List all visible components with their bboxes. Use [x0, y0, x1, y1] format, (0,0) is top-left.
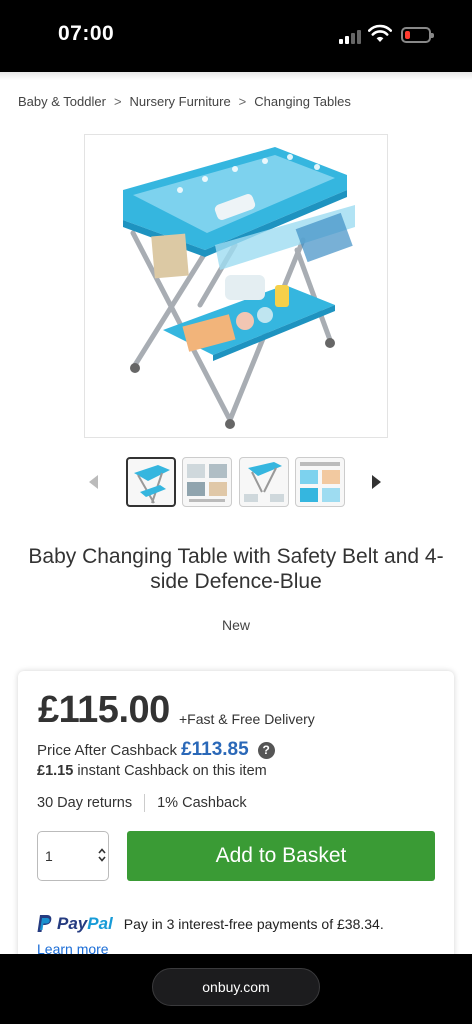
breadcrumb-item-baby-toddler[interactable]: Baby & Toddler	[18, 94, 106, 109]
breadcrumb-separator: >	[113, 94, 122, 109]
paypal-icon	[37, 915, 52, 932]
carousel-prev-icon[interactable]	[89, 475, 98, 489]
breadcrumb: Baby & Toddler > Nursery Furniture > Cha…	[18, 94, 351, 109]
thumbnail-4[interactable]	[295, 457, 345, 507]
divider	[144, 794, 146, 812]
battery-icon	[401, 27, 434, 43]
buy-box: £115.00 +Fast & Free Delivery Price Afte…	[18, 671, 454, 971]
breadcrumb-item-nursery-furniture[interactable]: Nursery Furniture	[130, 94, 231, 109]
product-title: Baby Changing Table with Safety Belt and…	[28, 545, 444, 593]
cashback-price-row: Price After Cashback £113.85 ?	[37, 739, 275, 761]
paypal-logo: Pay Pal	[37, 914, 113, 934]
cashback-label: Price After Cashback	[37, 741, 178, 759]
wifi-icon	[368, 24, 392, 42]
product-price: £115.00	[38, 689, 170, 731]
quantity-value: 1	[45, 848, 53, 864]
paypal-row: Pay Pal Pay in 3 interest-free payments o…	[37, 914, 384, 934]
add-to-basket-button[interactable]: Add to Basket	[127, 831, 435, 881]
changing-table-illustration	[123, 147, 355, 429]
status-bar: 07:00	[0, 0, 472, 72]
paypal-installments-text: Pay in 3 interest-free payments of £38.3…	[123, 916, 384, 932]
thumbnail-carousel	[0, 456, 472, 510]
instant-cashback: £1.15 instant Cashback on this item	[37, 763, 267, 779]
thumbnail-2[interactable]	[182, 457, 232, 507]
returns-row: 30 Day returns 1% Cashback	[37, 794, 247, 812]
delivery-info: +Fast & Free Delivery	[179, 711, 315, 727]
breadcrumb-separator: >	[238, 94, 247, 109]
status-time: 07:00	[58, 22, 115, 45]
carousel-next-icon[interactable]	[372, 475, 381, 489]
quantity-select[interactable]: 1	[37, 831, 109, 881]
browser-bottom-bar: onbuy.com	[0, 954, 472, 1024]
breadcrumb-item-changing-tables[interactable]: Changing Tables	[254, 94, 351, 109]
paypal-pal: Pal	[87, 914, 113, 933]
help-icon[interactable]: ?	[257, 741, 275, 759]
thumbnail-1[interactable]	[126, 457, 176, 507]
returns-info: 30 Day returns	[37, 795, 133, 811]
thumbnail-3[interactable]	[239, 457, 289, 507]
paypal-pay: Pay	[57, 914, 88, 933]
cellular-signal-icon	[339, 28, 363, 44]
instant-cashback-amount: £1.15	[37, 763, 74, 779]
cashback-price: £113.85	[181, 739, 249, 760]
cashback-percent: 1% Cashback	[157, 795, 247, 811]
product-main-image[interactable]	[84, 134, 388, 438]
chevron-up-down-icon	[98, 848, 106, 862]
product-condition: New	[221, 617, 250, 633]
url-bar[interactable]: onbuy.com	[152, 968, 320, 1006]
instant-cashback-text: instant Cashback on this item	[77, 763, 267, 779]
